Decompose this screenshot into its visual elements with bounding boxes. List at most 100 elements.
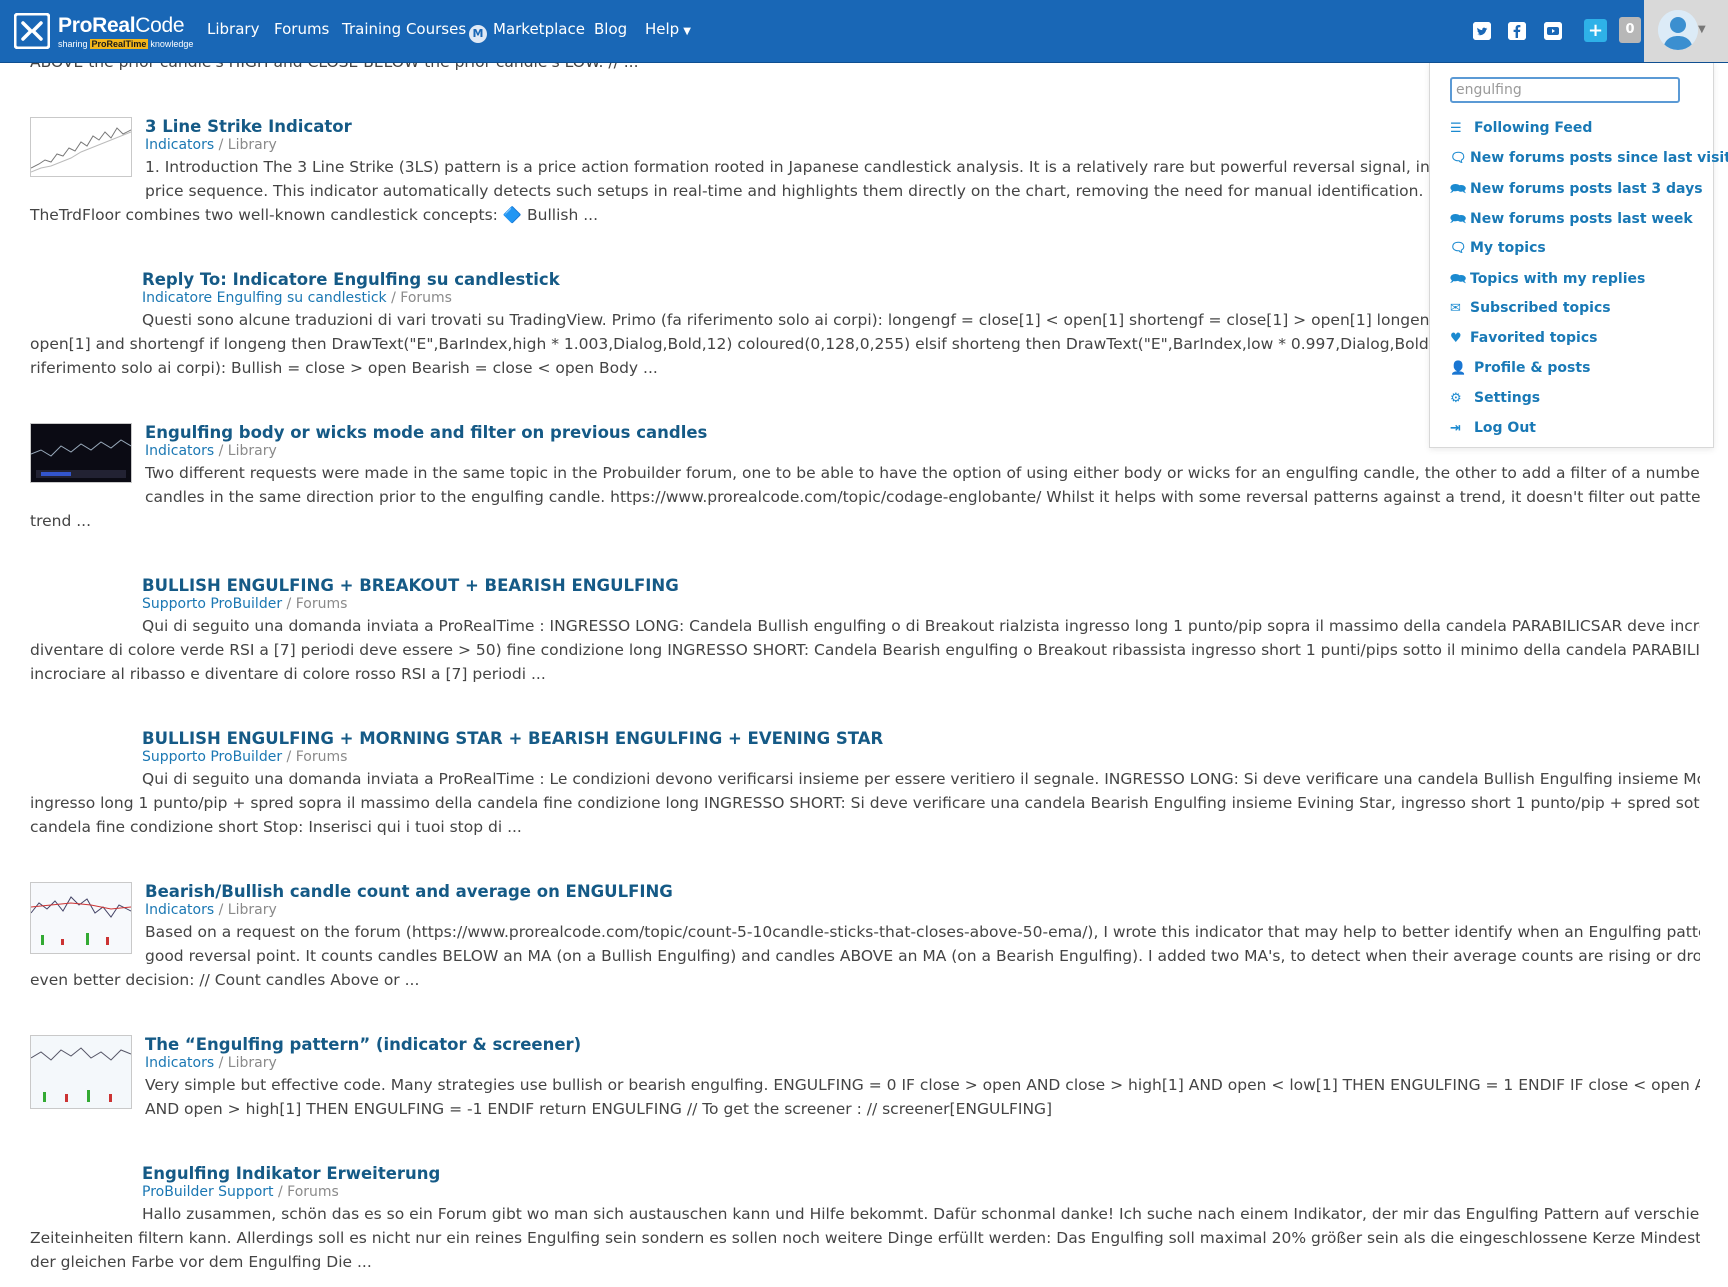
search-input[interactable] <box>1450 77 1680 103</box>
menu-item-subscribed-topics[interactable]: ✉ Subscribed topics <box>1450 300 1611 322</box>
result-meta: Indicators / Library <box>145 443 277 459</box>
notification-count-badge[interactable]: 0 <box>1619 17 1641 43</box>
result-title-link[interactable]: Bearish/Bullish candle count and average… <box>145 882 673 901</box>
menu-item-new-posts-last-week[interactable]: 🗪 New forums posts last week <box>1450 210 1693 232</box>
logo-mark-icon <box>14 13 50 49</box>
snippet-line: Very simple but effective code. Many str… <box>145 1076 1700 1094</box>
snippet-line: good reversal point. It counts candles B… <box>145 947 1700 965</box>
nav-blog-link[interactable]: Blog <box>594 20 627 38</box>
menu-item-settings[interactable]: ⚙ Settings <box>1450 390 1540 412</box>
result-title-link[interactable]: 3 Line Strike Indicator <box>145 117 352 136</box>
result-snippet: Two different requests were made in the … <box>30 461 1700 509</box>
result-title-link[interactable]: BULLISH ENGULFING + BREAKOUT + BEARISH E… <box>142 576 679 595</box>
result-snippet-wrap: even better decision: // Count candles A… <box>30 968 1700 992</box>
menu-item-following-feed[interactable]: ☰ Following Feed <box>1450 120 1592 142</box>
result-section: Library <box>227 1055 277 1071</box>
nav-library-link[interactable]: Library <box>207 20 259 38</box>
result-snippet: Qui di seguito una domanda inviata a Pro… <box>30 614 1700 686</box>
result-section: Library <box>227 443 277 459</box>
snippet-line: candela fine condizione short Stop: Inse… <box>30 818 522 836</box>
result-snippet: Based on a request on the forum (https:/… <box>30 920 1700 968</box>
snippet-line: ingresso long 1 punto/pip + spred sopra … <box>30 794 1700 812</box>
gear-icon: ⚙ <box>1450 391 1462 406</box>
nav-help-dropdown[interactable]: Help ▼ <box>645 20 691 38</box>
result-meta: Indicatore Engulfing su candlestick / Fo… <box>142 290 452 306</box>
snippet-line: der gleichen Farbe vor dem Engulfing Die… <box>30 1253 372 1271</box>
user-icon: 👤 <box>1450 361 1467 376</box>
menu-item-new-posts-since-last-visit[interactable]: 🗨 New forums posts since last visit <box>1450 150 1728 172</box>
result-category-link[interactable]: Indicators <box>145 443 214 459</box>
result-title-link[interactable]: Engulfing Indikator Erweiterung <box>142 1164 440 1183</box>
snippet-line: Hallo zusammen, schön das es so ein Foru… <box>142 1205 1700 1223</box>
user-menu-button[interactable]: ▼ <box>1644 0 1728 62</box>
snippet-line: incrociare al ribasso e diventare di col… <box>30 665 546 683</box>
result-section: Library <box>227 137 277 153</box>
snippet-line: Qui di seguito una domanda inviata a Pro… <box>142 617 1700 635</box>
nav-marketplace-label: Marketplace <box>493 20 585 38</box>
nav-training-courses-link[interactable]: Training Courses <box>342 20 466 38</box>
twitter-icon[interactable] <box>1473 22 1491 40</box>
menu-item-log-out[interactable]: ⇥ Log Out <box>1450 420 1536 442</box>
comment-icon: 🗨 <box>1450 151 1467 166</box>
prorealcode-logo[interactable]: ProRealCode sharing ProRealTime knowledge <box>14 10 193 50</box>
result-title-link[interactable]: The “Engulfing pattern” (indicator & scr… <box>145 1035 581 1054</box>
add-plus-button[interactable]: + <box>1584 19 1607 42</box>
result-title-link[interactable]: Engulfing body or wicks mode and filter … <box>145 423 707 442</box>
result-meta: Indicators / Library <box>145 1055 277 1071</box>
result-snippet: Very simple but effective code. Many str… <box>30 1073 1700 1121</box>
result-category-link[interactable]: Indicators <box>145 1055 214 1071</box>
snippet-line: AND open > high[1] THEN ENGULFING = -1 E… <box>145 1100 1053 1118</box>
comments-icon: 🗪 <box>1450 182 1467 197</box>
result-section: Forums <box>295 596 348 612</box>
comments-icon: 🗪 <box>1450 272 1467 287</box>
menu-item-my-topics[interactable]: 🗨 My topics <box>1450 240 1546 262</box>
result-meta: ProBuilder Support / Forums <box>142 1184 339 1200</box>
logo-text: ProRealCode <box>58 14 185 37</box>
snippet-line: diventare di colore verde RSI a [7] peri… <box>30 641 1700 659</box>
result-category-link[interactable]: Indicatore Engulfing su candlestick <box>142 290 387 306</box>
caret-down-icon: ▼ <box>683 26 691 37</box>
result-section: Forums <box>295 749 348 765</box>
snippet-line: candles in the same direction prior to t… <box>145 488 1700 506</box>
result-category-link[interactable]: Indicators <box>145 137 214 153</box>
result-snippet: Hallo zusammen, schön das es so ein Foru… <box>30 1202 1700 1274</box>
result-section: Library <box>227 902 277 918</box>
nav-help-label: Help <box>645 20 680 38</box>
list-icon: ☰ <box>1450 121 1462 136</box>
snippet-line: trend ... <box>30 512 92 530</box>
snippet-line: Zeiteinheiten filtern kann. Allerdings s… <box>30 1229 1700 1247</box>
menu-item-profile-posts[interactable]: 👤 Profile & posts <box>1450 360 1590 382</box>
result-title-link[interactable]: Reply To: Indicatore Engulfing su candle… <box>142 270 560 289</box>
comments-icon: 🗪 <box>1450 212 1467 227</box>
result-snippet-wrap: trend ... <box>30 509 1700 533</box>
menu-item-topics-with-my-replies[interactable]: 🗪 Topics with my replies <box>1450 270 1645 292</box>
result-title-link[interactable]: BULLISH ENGULFING + MORNING STAR + BEARI… <box>142 729 883 748</box>
top-navbar: ProRealCode sharing ProRealTime knowledge … <box>0 0 1728 63</box>
menu-item-new-posts-last-3-days[interactable]: 🗪 New forums posts last 3 days <box>1450 180 1703 202</box>
snippet-line: Two different requests were made in the … <box>145 464 1700 482</box>
result-section: Forums <box>400 290 452 306</box>
snippet-line: Based on a request on the forum (https:/… <box>145 923 1700 941</box>
result-snippet: Qui di seguito una domanda inviata a Pro… <box>30 767 1700 839</box>
youtube-icon[interactable] <box>1544 22 1562 40</box>
menu-item-favorited-topics[interactable]: ♥ Favorited topics <box>1450 330 1597 352</box>
snippet-line: Qui di seguito una domanda inviata a Pro… <box>142 770 1700 788</box>
logout-icon: ⇥ <box>1450 421 1461 436</box>
nav-forums-link[interactable]: Forums <box>274 20 329 38</box>
snippet-line: even better decision: // Count candles A… <box>30 971 420 989</box>
result-meta: Supporto ProBuilder / Forums <box>142 596 348 612</box>
facebook-icon[interactable] <box>1508 22 1526 40</box>
result-meta: Supporto ProBuilder / Forums <box>142 749 348 765</box>
comment-icon: 🗨 <box>1450 241 1467 256</box>
envelope-icon: ✉ <box>1450 301 1461 316</box>
caret-down-icon: ▼ <box>1698 24 1706 35</box>
result-meta: Indicators / Library <box>145 137 277 153</box>
result-meta: Indicators / Library <box>145 902 277 918</box>
nav-marketplace-link[interactable]: M Marketplace <box>469 20 585 43</box>
result-category-link[interactable]: Supporto ProBuilder <box>142 749 282 765</box>
result-category-link[interactable]: ProBuilder Support <box>142 1184 274 1200</box>
marketplace-icon: M <box>469 25 487 43</box>
result-category-link[interactable]: Supporto ProBuilder <box>142 596 282 612</box>
logo-tagline: sharing ProRealTime knowledge <box>58 39 194 49</box>
result-category-link[interactable]: Indicators <box>145 902 214 918</box>
